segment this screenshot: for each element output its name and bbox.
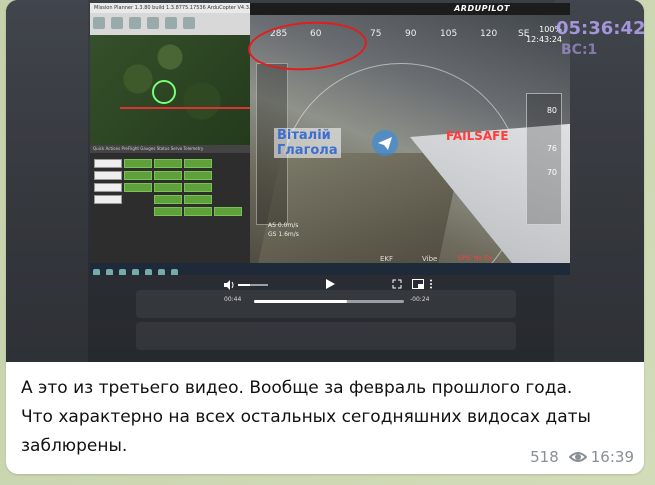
current-time: 00:44 — [224, 296, 242, 303]
remaining-time: -00:24 — [410, 296, 430, 303]
eye-icon — [568, 449, 588, 465]
heading-tick: 120 — [480, 29, 498, 39]
action-button — [154, 171, 182, 180]
action-button — [184, 183, 212, 192]
actions-panel: Quick Actions PreFlight Gauges Status Se… — [90, 145, 250, 263]
alt-tick: 70 — [546, 168, 557, 177]
toolbar — [90, 13, 250, 35]
watermark-text: Віталій Глагола — [274, 128, 341, 158]
action-button — [184, 207, 212, 216]
failsafe-warning: FAILSAFE — [446, 129, 509, 143]
message-line: Что характерно на всех остальных сегодня… — [21, 407, 591, 427]
play-icon[interactable] — [324, 278, 336, 293]
airspeed-readout: AS 0.0m/s GS 1.6m/s — [268, 222, 299, 238]
more-icon[interactable] — [429, 279, 433, 292]
action-button — [184, 195, 212, 204]
seek-bar[interactable] — [254, 300, 404, 303]
action-button — [124, 183, 152, 192]
heading-tick: 75 — [370, 29, 382, 39]
ekf-label: EKF — [380, 255, 394, 263]
hud-titlebar: ARDUPILOT — [250, 3, 570, 15]
blurred-left-panel — [6, 0, 88, 362]
heading-tick: 90 — [405, 29, 417, 39]
select-box — [94, 159, 122, 168]
view-count: 518 — [530, 448, 559, 466]
window-title: Mission Planner 1.3.80 build 1.3.8775.17… — [90, 3, 254, 13]
windows-taskbar — [90, 263, 570, 275]
overlay-subtext: BC:1 — [561, 42, 598, 58]
player-controls: 00:44 -00:24 — [216, 276, 442, 310]
select-box — [94, 195, 122, 204]
heading-tick: 105 — [440, 29, 458, 39]
panel-tabs: Quick Actions PreFlight Gauges Status Se… — [90, 145, 250, 153]
pip-icon[interactable] — [412, 279, 424, 292]
overlay-timestamp: 05:36:42 — [556, 18, 644, 39]
altitude-tape: 80 76 70 — [526, 93, 562, 225]
action-button — [154, 195, 182, 204]
action-button — [184, 171, 212, 180]
ground-view — [258, 153, 462, 263]
action-button — [124, 171, 152, 180]
action-button — [214, 207, 242, 216]
drone-marker-icon — [152, 80, 176, 104]
ardupilot-logo: ARDUPILOT — [454, 4, 510, 13]
select-box — [94, 171, 122, 180]
action-button — [154, 159, 182, 168]
gps-status: GPS: No Fix — [458, 255, 493, 262]
action-button — [154, 207, 182, 216]
satellite-map — [90, 35, 250, 145]
message-meta: 518 16:39 — [530, 448, 634, 466]
telegram-plane-icon — [372, 130, 398, 156]
seek-bar-fill — [254, 300, 347, 303]
volume-icon[interactable] — [224, 280, 236, 293]
flight-path-line — [120, 107, 250, 109]
volume-slider[interactable] — [238, 284, 268, 286]
select-box — [94, 183, 122, 192]
action-button — [154, 183, 182, 192]
message-line: А это из третьего видео. Вообще за февра… — [21, 378, 573, 398]
fullscreen-icon[interactable] — [392, 279, 402, 292]
action-button — [124, 159, 152, 168]
blurred-row — [136, 322, 516, 350]
alt-tick: 76 — [546, 144, 557, 153]
message-bubble: Mission Planner 1.3.80 build 1.3.8775.17… — [6, 0, 644, 474]
watermark-line2: Глагола — [277, 143, 338, 158]
watermark-line1: Віталій — [277, 128, 331, 143]
volume-fill — [238, 284, 250, 286]
message-time: 16:39 — [590, 448, 634, 466]
video-player[interactable]: Mission Planner 1.3.80 build 1.3.8775.17… — [6, 0, 644, 362]
action-button — [184, 159, 212, 168]
vibe-label: Vibe — [422, 255, 438, 263]
alt-tick: 80 — [546, 106, 557, 115]
